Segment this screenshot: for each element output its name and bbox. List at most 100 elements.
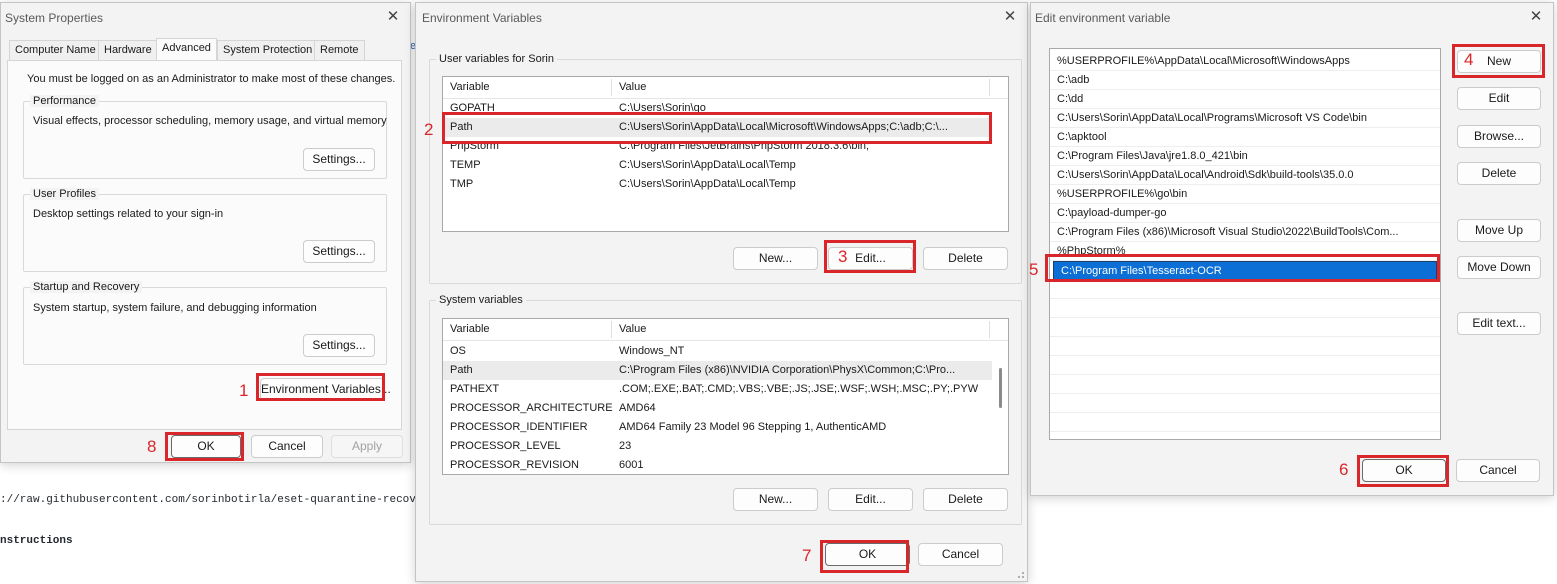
resize-grip-icon[interactable] <box>1015 569 1025 579</box>
user-variables-list[interactable]: Variable Value GOPATH C:\Users\Sorin\go … <box>442 76 1009 232</box>
close-icon[interactable]: ✕ <box>1523 5 1549 29</box>
system-variables-list[interactable]: Variable Value OS Windows_NT Path C:\Pro… <box>442 318 1009 475</box>
performance-settings-button[interactable]: Settings... <box>303 148 375 171</box>
browse-button[interactable]: Browse... <box>1457 125 1541 148</box>
tab-hardware[interactable]: Hardware <box>98 40 158 60</box>
variable-cell: PATHEXT <box>450 383 500 395</box>
system-variables-group: System variables Variable Value OS Windo… <box>429 294 1022 525</box>
list-item-selected[interactable]: C:\Program Files\Tesseract-OCR <box>1053 261 1437 280</box>
table-row[interactable]: PROCESSOR_LEVEL 23 <box>443 437 992 456</box>
list-item[interactable]: C:\adb <box>1050 71 1440 90</box>
list-item[interactable]: C:\Program Files\Java\jre1.8.0_421\bin <box>1050 147 1440 166</box>
path-entries-list[interactable]: %USERPROFILE%\AppData\Local\Microsoft\Wi… <box>1049 48 1441 440</box>
value-cell: C:\Users\Sorin\AppData\Local\Temp <box>619 178 796 190</box>
system-edit-button[interactable]: Edit... <box>828 488 913 511</box>
value-cell: AMD64 <box>619 402 656 414</box>
move-up-button[interactable]: Move Up <box>1457 219 1541 242</box>
list-item[interactable]: C:\Program Files (x86)\Microsoft Visual … <box>1050 223 1440 242</box>
tab-computer-name[interactable]: Computer Name <box>9 40 102 60</box>
column-header-value[interactable]: Value <box>619 323 646 335</box>
value-cell: C:\Users\Sorin\AppData\Local\Temp <box>619 159 796 171</box>
value-cell: C:\Program Files (x86)\NVIDIA Corporatio… <box>619 364 956 376</box>
list-item[interactable]: C:\apktool <box>1050 128 1440 147</box>
table-row[interactable]: GOPATH C:\Users\Sorin\go <box>443 99 992 118</box>
tab-remote[interactable]: Remote <box>314 40 365 60</box>
advanced-tab-panel: You must be logged on as an Administrato… <box>7 60 402 430</box>
delete-button[interactable]: Delete <box>1457 162 1541 185</box>
ok-button[interactable]: OK <box>1362 459 1446 482</box>
list-item[interactable]: C:\Users\Sorin\AppData\Local\Android\Sdk… <box>1050 166 1440 185</box>
table-row[interactable]: PROCESSOR_ARCHITECTURE AMD64 <box>443 399 992 418</box>
variable-cell: Path <box>450 121 473 133</box>
value-cell: C:\Users\Sorin\go <box>619 102 706 114</box>
step-label-7: 7 <box>802 546 812 565</box>
environment-variables-button[interactable]: Environment Variables... <box>260 378 391 401</box>
user-new-button[interactable]: New... <box>733 247 818 270</box>
ok-button[interactable]: OK <box>171 435 241 458</box>
column-header-variable[interactable]: Variable <box>450 323 490 335</box>
variable-cell: TEMP <box>450 159 481 171</box>
value-cell: 23 <box>619 440 632 452</box>
column-separator[interactable] <box>989 79 990 96</box>
step-label-1: 1 <box>239 381 249 400</box>
column-separator[interactable] <box>989 321 990 338</box>
table-row[interactable]: PROCESSOR_REVISION 6001 <box>443 456 992 474</box>
edit-button[interactable]: Edit <box>1457 87 1541 110</box>
step-label-6: 6 <box>1339 460 1349 479</box>
scrollbar-thumb[interactable] <box>999 368 1002 408</box>
table-row[interactable]: TMP C:\Users\Sorin\AppData\Local\Temp <box>443 175 992 194</box>
user-variables-group: User variables for Sorin Variable Value … <box>429 53 1022 284</box>
column-header-variable[interactable]: Variable <box>450 81 490 93</box>
table-row-selected[interactable]: Path C:\Program Files (x86)\NVIDIA Corpo… <box>443 361 992 380</box>
window-title: Edit environment variable <box>1035 11 1171 25</box>
value-cell: C:\Program Files\JetBrains\PhpStorm 2018… <box>619 140 870 152</box>
user-profiles-settings-button[interactable]: Settings... <box>303 240 375 263</box>
tab-system-protection[interactable]: System Protection <box>217 40 319 60</box>
column-header-value[interactable]: Value <box>619 81 646 93</box>
cancel-button[interactable]: Cancel <box>1456 459 1540 482</box>
close-icon[interactable]: ✕ <box>997 5 1023 29</box>
column-separator[interactable] <box>611 321 612 338</box>
table-row-selected[interactable]: Path C:\Users\Sorin\AppData\Local\Micros… <box>443 118 992 137</box>
empty-row <box>1050 356 1440 375</box>
edit-text-button[interactable]: Edit text... <box>1457 312 1541 335</box>
startup-recovery-description: System startup, system failure, and debu… <box>33 302 317 314</box>
list-item[interactable]: %PhpStorm% <box>1050 242 1440 261</box>
cancel-button[interactable]: Cancel <box>918 543 1003 566</box>
ok-button[interactable]: OK <box>825 543 910 566</box>
system-new-button[interactable]: New... <box>733 488 818 511</box>
table-row[interactable]: PROCESSOR_IDENTIFIER AMD64 Family 23 Mod… <box>443 418 992 437</box>
startup-recovery-settings-button[interactable]: Settings... <box>303 334 375 357</box>
variable-cell: TMP <box>450 178 474 190</box>
list-item[interactable]: C:\Users\Sorin\AppData\Local\Programs\Mi… <box>1050 109 1440 128</box>
system-delete-button[interactable]: Delete <box>923 488 1008 511</box>
empty-row <box>1050 394 1440 413</box>
user-profiles-group: User Profiles Desktop settings related t… <box>23 188 387 272</box>
move-down-button[interactable]: Move Down <box>1457 256 1541 279</box>
empty-row <box>1050 375 1440 394</box>
cancel-button[interactable]: Cancel <box>251 435 323 458</box>
performance-label: Performance <box>30 95 99 107</box>
window-title: System Properties <box>5 11 104 25</box>
performance-group: Performance Visual effects, processor sc… <box>23 95 387 179</box>
close-icon[interactable]: ✕ <box>380 5 406 29</box>
table-row[interactable]: TEMP C:\Users\Sorin\AppData\Local\Temp <box>443 156 992 175</box>
table-row[interactable]: PATHEXT .COM;.EXE;.BAT;.CMD;.VBS;.VBE;.J… <box>443 380 992 399</box>
user-delete-button[interactable]: Delete <box>923 247 1008 270</box>
table-row[interactable]: OS Windows_NT <box>443 342 992 361</box>
empty-row <box>1050 280 1440 299</box>
empty-row <box>1050 337 1440 356</box>
step-label-4: 4 <box>1464 50 1474 69</box>
list-item[interactable]: %USERPROFILE%\AppData\Local\Microsoft\Wi… <box>1050 52 1440 71</box>
user-profiles-label: User Profiles <box>30 188 99 200</box>
apply-button[interactable]: Apply <box>331 435 403 458</box>
step-label-5: 5 <box>1029 260 1039 279</box>
table-row[interactable]: PhpStorm C:\Program Files\JetBrains\PhpS… <box>443 137 992 156</box>
value-cell: .COM;.EXE;.BAT;.CMD;.VBS;.VBE;.JS;.JSE;.… <box>619 383 979 395</box>
list-item[interactable]: C:\dd <box>1050 90 1440 109</box>
list-item[interactable]: C:\payload-dumper-go <box>1050 204 1440 223</box>
column-separator[interactable] <box>611 79 612 96</box>
list-item[interactable]: %USERPROFILE%\go\bin <box>1050 185 1440 204</box>
edit-environment-variable-window: Edit environment variable ✕ %USERPROFILE… <box>1030 2 1554 496</box>
tab-advanced[interactable]: Advanced <box>156 38 217 61</box>
